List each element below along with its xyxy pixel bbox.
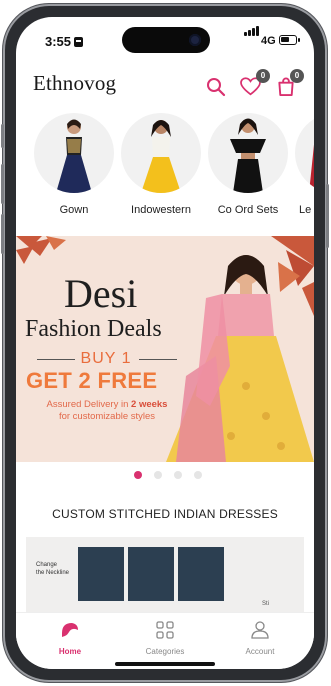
wishlist-count-badge: 0 (256, 69, 270, 83)
banner-artwork (16, 236, 314, 462)
neckline-thumb[interactable] (178, 547, 224, 601)
nav-home[interactable]: Home (30, 621, 110, 656)
cart-button[interactable]: 0 (277, 69, 304, 101)
custom-stitched-panel[interactable]: Change the Neckline Sti (26, 537, 304, 613)
volume-up-button (1, 164, 4, 204)
banner-title-line2: Fashion Deals (25, 316, 162, 342)
divider (37, 359, 75, 360)
status-time: 3:55 (45, 34, 84, 49)
carousel-indicator (134, 471, 214, 481)
app-screen: 3:55 4G Ethnovog 0 0 Gown Indowestern Co… (16, 17, 314, 669)
action-button (1, 124, 4, 148)
phone-frame: 3:55 4G Ethnovog 0 0 Gown Indowestern Co… (1, 4, 329, 682)
panel-peek-text: Sti (262, 601, 270, 607)
user-icon (251, 621, 269, 639)
nav-label: Home (58, 647, 82, 656)
category-item-co-ord-sets[interactable]: Co Ord Sets (206, 113, 290, 216)
brand-logo[interactable]: Ethnovog (33, 71, 116, 96)
banner-delivery-text: Assured Delivery in 2 weeks for customiz… (46, 399, 168, 422)
neckline-thumb[interactable] (78, 547, 124, 601)
carousel-dot-2[interactable] (154, 471, 162, 479)
category-item-gown[interactable]: Gown (32, 113, 116, 216)
grid-icon (156, 621, 174, 639)
home-icon (62, 623, 78, 637)
panel-note: Change the Neckline (36, 562, 70, 576)
section-title: CUSTOM STITCHED INDIAN DRESSES (52, 507, 278, 521)
cart-count-badge: 0 (290, 69, 304, 83)
category-image (121, 113, 201, 193)
neckline-thumb[interactable] (128, 547, 174, 601)
category-image (34, 113, 114, 193)
network-type: 4G (261, 35, 276, 47)
buy-one-text: BUY 1 (80, 350, 132, 367)
camera-icon (189, 34, 201, 46)
app-header: Ethnovog 0 0 (16, 61, 314, 105)
category-image (295, 113, 314, 193)
category-label: Le (299, 204, 312, 216)
banner-title-line1: Desi (64, 271, 138, 316)
carousel-dot-3[interactable] (174, 471, 182, 479)
status-bar: 3:55 4G (16, 17, 314, 61)
category-label: Gown (59, 204, 89, 216)
carousel-dot-1[interactable] (134, 471, 142, 479)
category-item-partial[interactable]: Le (293, 113, 314, 216)
volume-down-button (1, 214, 4, 254)
search-icon[interactable] (206, 77, 226, 102)
carousel-dot-4[interactable] (194, 471, 202, 479)
dynamic-island (122, 27, 210, 53)
battery-icon (279, 35, 300, 45)
category-label: Indowestern (131, 204, 191, 216)
bottom-navigation: Home Categories Account (16, 613, 314, 669)
home-indicator (115, 662, 215, 666)
category-label: Co Ord Sets (217, 204, 279, 216)
nav-account[interactable]: Account (220, 621, 300, 656)
nav-label: Categories (145, 647, 185, 656)
divider (139, 359, 177, 360)
banner-offer-line2: GET 2 FREE (26, 368, 158, 393)
wishlist-button[interactable]: 0 (240, 69, 270, 101)
nav-categories[interactable]: Categories (125, 621, 205, 656)
category-image (208, 113, 288, 193)
power-button (326, 184, 329, 248)
banner-offer-line1: BUY 1 (33, 350, 179, 368)
promo-banner[interactable]: Desi Fashion Deals BUY 1 GET 2 FREE Assu… (16, 236, 314, 462)
nav-label: Account (245, 647, 275, 656)
sim-icon (74, 37, 84, 47)
category-carousel[interactable]: Gown Indowestern Co Ord Sets Le (16, 113, 314, 231)
category-item-indowestern[interactable]: Indowestern (119, 113, 203, 216)
